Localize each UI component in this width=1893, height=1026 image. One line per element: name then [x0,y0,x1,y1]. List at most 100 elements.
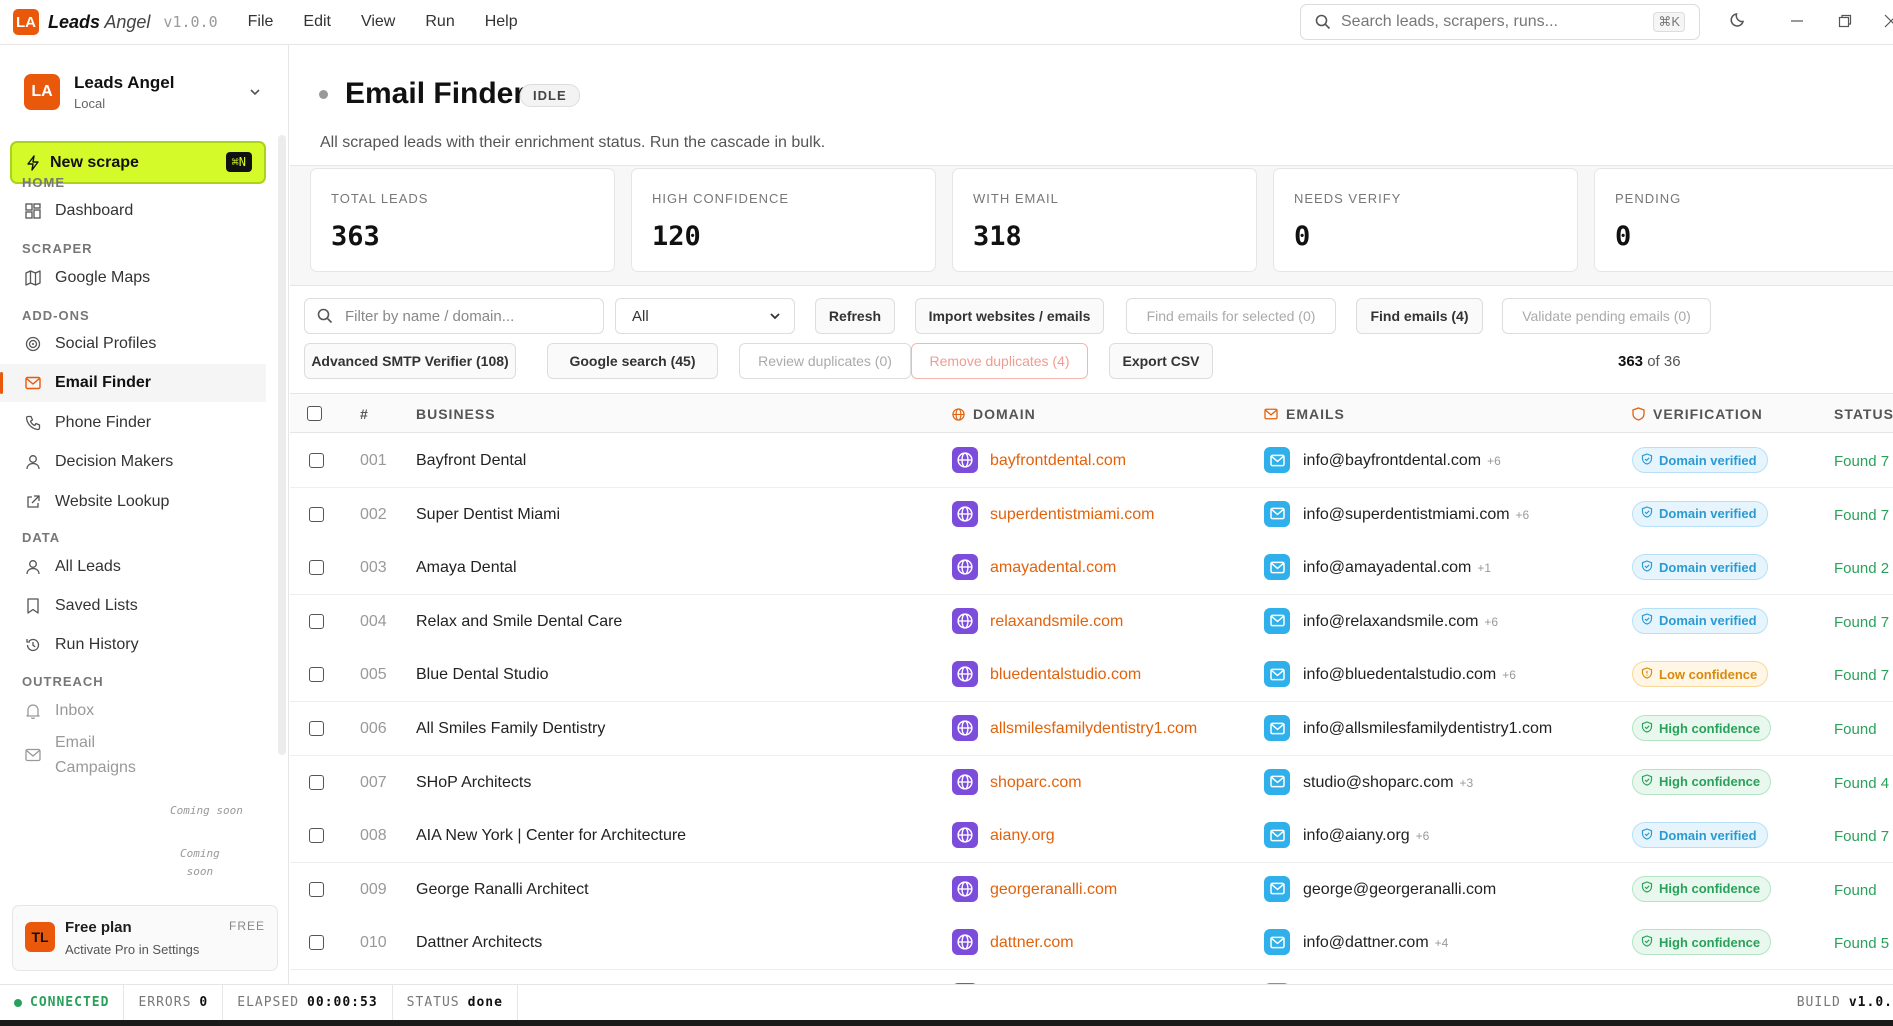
search-shortcut: ⌘K [1653,12,1685,32]
domain-link[interactable]: shoparc.com [990,774,1082,792]
user-icon [26,560,40,575]
row-checkbox[interactable] [309,721,324,736]
find-selected-button[interactable]: Find emails for selected (0) [1126,298,1336,334]
minimize-icon[interactable] [1790,14,1804,28]
menu-view[interactable]: View [361,13,395,31]
mail-icon [1264,929,1290,956]
select-all-checkbox[interactable] [307,406,322,421]
column-header-verification[interactable]: VERIFICATION [1632,406,1763,422]
chevron-down-icon[interactable] [248,85,262,99]
remove-duplicates-button[interactable]: Remove duplicates (4) [911,343,1088,379]
domain-link[interactable]: dattner.com [990,934,1074,952]
close-icon[interactable] [1884,14,1893,28]
row-checkbox[interactable] [309,774,324,790]
find-emails-button[interactable]: Find emails (4) [1356,298,1483,334]
menu-file[interactable]: File [248,13,274,31]
sidebar-item-website-lookup[interactable]: Website Lookup [0,483,266,521]
email-cell[interactable]: info@bayfrontdental.com +6 [1303,452,1501,470]
row-checkbox[interactable] [309,453,324,468]
sidebar-item-email-finder[interactable]: Email Finder [0,364,266,402]
table-row[interactable]: 007 SHoP Architects shoparc.com studio@shop… [290,755,1893,810]
verification-badge: High confidence [1632,715,1772,741]
phone-icon [25,415,41,431]
globe-icon [952,661,978,688]
column-header-emails[interactable]: EMAILS [1264,406,1345,422]
domain-link[interactable]: allsmilesfamilydentistry1.com [990,720,1197,738]
table-row[interactable]: 002 Super Dentist Miami superdentistmiami.… [290,487,1893,542]
row-checkbox[interactable] [309,667,324,683]
row-checkbox[interactable] [309,935,324,951]
sidebar-item-decision-makers[interactable]: Decision Makers [0,443,266,481]
table-row[interactable]: 009 George Ranalli Architect georgeranalli… [290,862,1893,917]
table-row[interactable]: 005 Blue Dental Studio bluedentalstudio.co… [290,648,1893,703]
domain-link[interactable]: georgeranalli.com [990,881,1117,899]
table-row[interactable]: 003 Amaya Dental amayadental.com info@amaya… [290,541,1893,596]
app-version: v1.0.0 [163,13,218,31]
table-row[interactable]: 008 AIA New York | Center for Architectur… [290,809,1893,864]
menu-edit[interactable]: Edit [303,13,331,31]
export-csv-button[interactable]: Export CSV [1109,343,1213,379]
smtp-verifier-button[interactable]: Advanced SMTP Verifier (108) [304,343,516,379]
domain-link[interactable]: amayadental.com [990,559,1116,577]
sidebar-item-saved-lists[interactable]: Saved Lists [0,587,266,625]
mail-icon [1264,408,1278,420]
page-title: Email Finder [345,77,526,110]
row-checkbox[interactable] [309,828,324,844]
menu-run[interactable]: Run [425,13,454,31]
row-checkbox[interactable] [309,881,324,897]
target-icon [25,336,41,352]
email-cell[interactable]: info@allsmilesfamilydentistry1.com [1303,720,1558,738]
email-cell[interactable]: info@amayadental.com +1 [1303,559,1491,577]
menu-help[interactable]: Help [485,13,518,31]
restore-icon[interactable] [1838,14,1852,28]
email-cell[interactable]: info@dattner.com +4 [1303,934,1448,952]
email-cell[interactable]: info@bluedentalstudio.com +6 [1303,666,1516,684]
import-button[interactable]: Import websites / emails [915,298,1104,334]
email-cell[interactable]: george@georgeranalli.com [1303,881,1502,899]
sidebar-item-phone-finder[interactable]: Phone Finder [0,404,266,442]
table-row[interactable]: 006 All Smiles Family Dentistry allsmilesf… [290,702,1893,756]
review-duplicates-button[interactable]: Review duplicates (0) [739,343,911,379]
sidebar-item-label: Website Lookup [55,493,170,510]
validate-pending-button[interactable]: Validate pending emails (0) [1502,298,1711,334]
row-checkbox[interactable] [309,506,324,522]
table-row[interactable]: 001 Bayfront Dental bayfrontdental.com info… [290,434,1893,488]
column-header-status[interactable]: STATUS [1834,406,1893,422]
sidebar-item-run-history[interactable]: Run History [0,626,266,664]
sidebar-item-all-leads[interactable]: All Leads [0,548,266,586]
row-number: 003 [360,559,387,577]
shield-check-icon [1641,828,1659,843]
google-search-button[interactable]: Google search (45) [547,343,718,379]
domain-link[interactable]: relaxandsmile.com [990,613,1123,631]
email-cell[interactable]: info@aiany.org +6 [1303,827,1429,845]
status-filter-select[interactable]: All [615,298,795,334]
sidebar-item-google-maps[interactable]: Google Maps [0,259,266,297]
email-cell[interactable]: studio@shoparc.com +3 [1303,774,1473,792]
sidebar-item-social-profiles[interactable]: Social Profiles [0,325,266,363]
column-header-business[interactable]: BUSINESS [416,406,496,422]
row-checkbox[interactable] [309,613,324,629]
sidebar-scrollbar[interactable] [278,135,286,755]
plan-card[interactable]: TL Free plan Activate Pro in Settings FR… [12,905,278,971]
filter-input[interactable]: Filter by name / domain... [304,298,604,334]
status-cell: Found 7 [1834,453,1890,470]
sidebar-item-dashboard[interactable]: Dashboard [0,192,266,230]
connection-status: CONNECTED [0,984,125,1021]
globe-icon [952,768,978,795]
domain-link[interactable]: bayfrontdental.com [990,452,1126,470]
row-checkbox[interactable] [309,560,324,576]
domain-link[interactable]: superdentistmiami.com [990,506,1155,524]
workspace-switcher[interactable]: LA Leads Angel Local [24,73,174,111]
table-row[interactable]: 010 Dattner Architects dattner.com info@dat… [290,916,1893,971]
email-cell[interactable]: info@superdentistmiami.com +6 [1303,506,1529,524]
globe-icon [952,554,978,581]
email-cell[interactable]: info@relaxandsmile.com +6 [1303,613,1498,631]
domain-link[interactable]: aiany.org [990,827,1055,845]
refresh-button[interactable]: Refresh [815,298,895,334]
plan-sub: Activate Pro in Settings [65,942,200,957]
table-row[interactable]: 004 Relax and Smile Dental Care relaxandsm… [290,594,1893,649]
domain-link[interactable]: bluedentalstudio.com [990,666,1141,684]
column-header-domain[interactable]: DOMAIN [952,406,1036,422]
theme-toggle-icon[interactable] [1730,10,1748,28]
global-search[interactable]: Search leads, scrapers, runs... ⌘K [1300,4,1700,40]
